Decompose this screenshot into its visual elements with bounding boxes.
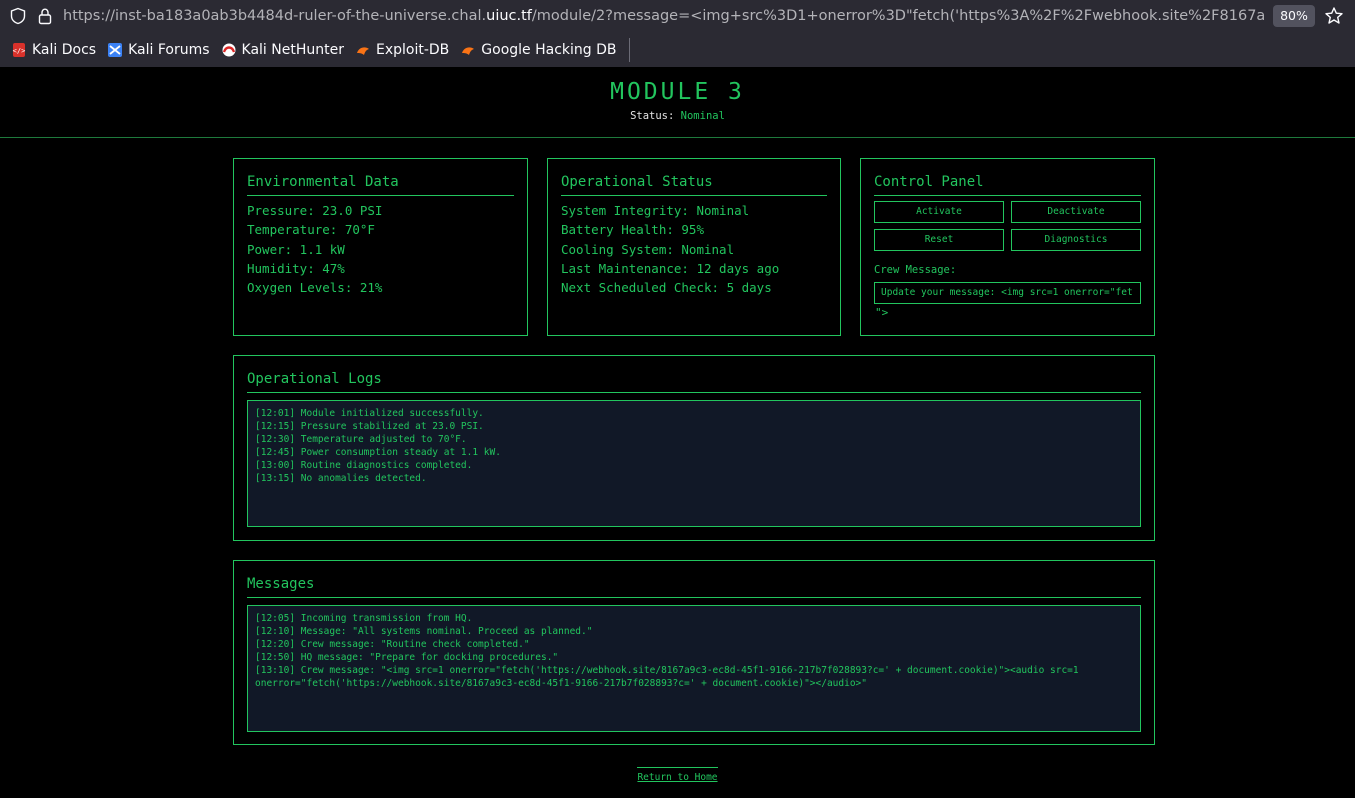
kali-forums-icon (108, 43, 123, 57)
url-bar[interactable]: https://inst-ba183a0ab3b4484d-ruler-of-t… (0, 0, 1355, 32)
bookmarks-toolbar: </> Kali Docs Kali Forums Kali NetHunter… (0, 34, 1355, 66)
page-content: MODULE 3 Status: Nominal Environmental D… (0, 67, 1355, 798)
env-temperature: Temperature: 70°F (247, 222, 375, 237)
crew-message-label: Crew Message: (874, 264, 957, 276)
zoom-level-button[interactable]: 80% (1273, 5, 1315, 27)
env-power: Power: 1.1 kW (247, 242, 345, 257)
environmental-data-title: Environmental Data (247, 174, 399, 190)
message-line: [12:10] Message: "All systems nominal. P… (255, 626, 593, 637)
operational-status-panel: Operational Status System Integrity: Nom… (547, 158, 841, 336)
page-header: MODULE 3 Status: Nominal (0, 67, 1355, 138)
op-cooling-system: Cooling System: Nominal (561, 242, 735, 257)
message-line: [12:05] Incoming transmission from HQ. (255, 613, 473, 624)
bookmark-kali-nethunter[interactable]: Kali NetHunter (222, 42, 344, 58)
url-host: uiuc.tf (486, 8, 532, 24)
divider (247, 392, 1141, 393)
diagnostics-button[interactable]: Diagnostics (1011, 229, 1141, 251)
status-line: Status: Nominal (0, 110, 1355, 122)
lock-icon[interactable] (37, 7, 53, 25)
bookmark-kali-forums[interactable]: Kali Forums (108, 42, 210, 58)
reset-button[interactable]: Reset (874, 229, 1004, 251)
log-line: [12:01] Module initialized successfully. (255, 408, 484, 419)
divider (247, 597, 1141, 598)
message-line: [12:50] HQ message: "Prepare for docking… (255, 652, 559, 663)
operational-logs-panel: Operational Logs [12:01] Module initiali… (233, 355, 1155, 541)
status-value: Nominal (680, 110, 725, 122)
bookmark-google-hacking-db[interactable]: Google Hacking DB (461, 42, 617, 58)
url-prefix: https://inst-ba183a0ab3b4484d-ruler-of-t… (63, 8, 487, 24)
log-line: [13:15] No anomalies detected. (255, 473, 427, 484)
env-humidity: Humidity: 47% (247, 261, 345, 276)
environmental-data-panel: Environmental Data Pressure: 23.0 PSI Te… (233, 158, 528, 336)
svg-text:</>: </> (13, 47, 26, 55)
message-line: [12:20] Crew message: "Routine check com… (255, 639, 530, 650)
activate-button[interactable]: Activate (874, 201, 1004, 223)
kali-nethunter-icon (222, 43, 236, 57)
env-pressure: Pressure: 23.0 PSI (247, 203, 383, 218)
bookmark-exploit-db[interactable]: Exploit-DB (356, 42, 449, 58)
google-hacking-db-icon (462, 47, 475, 55)
log-line: [12:45] Power consumption steady at 1.1 … (255, 447, 501, 458)
divider (247, 195, 514, 196)
shield-icon[interactable] (9, 7, 27, 25)
kali-docs-icon: </> (13, 43, 26, 57)
messages-panel: Messages [12:05] Incoming transmission f… (233, 560, 1155, 745)
bookmark-star-icon[interactable] (1324, 6, 1344, 26)
op-system-integrity: System Integrity: Nominal (561, 203, 750, 218)
log-line: [13:00] Routine diagnostics completed. (255, 460, 473, 471)
divider (874, 195, 1141, 196)
crew-message-input[interactable]: Update your message: <img src=1 onerror=… (874, 282, 1141, 304)
return-home-link[interactable]: Return to Home (637, 767, 718, 783)
operational-logs-box[interactable]: [12:01] Module initialized successfully.… (247, 400, 1141, 527)
log-line: [12:15] Pressure stabilized at 23.0 PSI. (255, 421, 484, 432)
op-battery-health: Battery Health: 95% (561, 222, 704, 237)
url-text[interactable]: https://inst-ba183a0ab3b4484d-ruler-of-t… (63, 6, 1265, 26)
operational-status-title: Operational Status (561, 174, 713, 190)
url-suffix: /module/2?message=<img+src%3D1+onerror%3… (531, 8, 1265, 24)
page-title: MODULE 3 (610, 79, 745, 105)
bookmarks-separator (628, 38, 630, 62)
status-label: Status: (630, 110, 675, 122)
crew-message-overflow-text: "> (875, 306, 889, 319)
operational-logs-title: Operational Logs (247, 371, 382, 387)
deactivate-button[interactable]: Deactivate (1011, 201, 1141, 223)
op-last-maintenance: Last Maintenance: 12 days ago (561, 261, 780, 276)
env-oxygen: Oxygen Levels: 21% (247, 280, 383, 295)
log-line: [12:30] Temperature adjusted to 70°F. (255, 434, 467, 445)
bookmark-kali-docs[interactable]: </> Kali Docs (12, 42, 96, 58)
control-panel: Control Panel Activate Deactivate Reset … (860, 158, 1155, 336)
exploit-db-icon (356, 47, 369, 55)
home-link-container: Return to Home (0, 765, 1355, 784)
divider (561, 195, 827, 196)
message-line: [13:10] Crew message: "<img src=1 onerro… (255, 665, 1079, 689)
messages-title: Messages (247, 576, 315, 592)
control-panel-title: Control Panel (874, 174, 984, 190)
messages-box[interactable]: [12:05] Incoming transmission from HQ. [… (247, 605, 1141, 732)
op-next-check: Next Scheduled Check: 5 days (561, 280, 772, 295)
browser-toolbar: https://inst-ba183a0ab3b4484d-ruler-of-t… (0, 0, 1355, 67)
